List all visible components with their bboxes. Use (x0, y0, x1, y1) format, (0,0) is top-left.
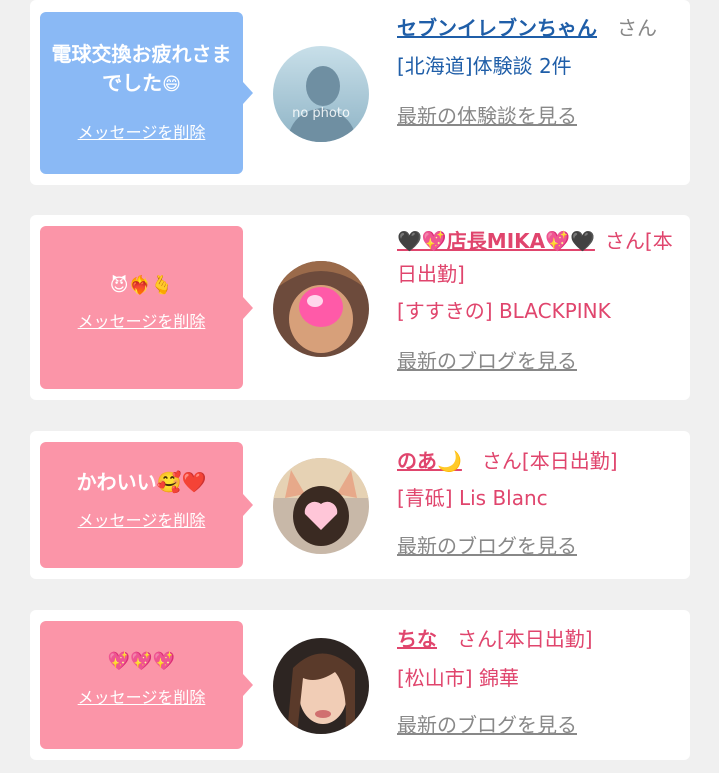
message-text: 電球交換お疲れさまでした😄 (51, 42, 232, 95)
profile-photo-icon (273, 261, 369, 357)
smile-emoji-icon: 😄 (162, 74, 181, 95)
avatar[interactable] (273, 261, 369, 357)
view-latest-link[interactable]: 最新のブログを見る (397, 349, 577, 373)
honorific: さん[本日出勤] (481, 449, 618, 473)
avatar[interactable] (273, 458, 369, 554)
profile-info: ちな さん[本日出勤] [松山市] 錦華 最新のブログを見る (397, 623, 687, 742)
avatar[interactable] (273, 638, 369, 734)
no-photo-label: no photo (292, 106, 350, 121)
delete-message-link[interactable]: メッセージを削除 (78, 308, 206, 332)
message-card: かわいい🥰❤️ メッセージを削除 のあ🌙 さん[本日出勤] [青砥] Lis Bl… (30, 431, 690, 579)
honorific: さん (617, 16, 657, 40)
profile-name-link[interactable]: ちな (397, 627, 437, 651)
avatar[interactable]: no photo (273, 46, 369, 142)
message-card: 💖💖💖 メッセージを削除 ちな さん[本日出勤] [松山市] 錦華 最新のブログを… (30, 610, 690, 760)
profile-name-link[interactable]: 🖤💖店長MIKA💖🖤 (397, 229, 595, 253)
message-text: 💖💖💖 (107, 651, 176, 672)
profile-info: セブンイレブンちゃん さん [北海道]体験談 2件 最新の体験談を見る (397, 12, 687, 133)
profile-name-link[interactable]: セブンイレブンちゃん (397, 16, 597, 40)
honorific: さん[本日出勤] (457, 627, 593, 651)
profile-info: 🖤💖店長MIKA💖🖤 さん[本日出勤] [すすきの] BLACKPINK 最新のブ… (397, 225, 687, 378)
message-bubble: 😈❤️‍🔥🫰 メッセージを削除 (40, 226, 253, 389)
profile-location: [北海道]体験談 2件 (397, 54, 572, 78)
profile-photo-icon (273, 638, 369, 734)
view-latest-link[interactable]: 最新の体験談を見る (397, 104, 577, 128)
message-text: 😈❤️‍🔥🫰 (109, 275, 174, 296)
message-bubble: 電球交換お疲れさまでした😄 メッセージを削除 (40, 12, 253, 174)
view-latest-link[interactable]: 最新のブログを見る (397, 534, 577, 558)
profile-location: [松山市] 錦華 (397, 666, 519, 690)
profile-photo-icon (273, 458, 369, 554)
message-bubble: かわいい🥰❤️ メッセージを削除 (40, 442, 253, 568)
delete-message-link[interactable]: メッセージを削除 (78, 119, 206, 143)
no-photo-avatar-icon (273, 46, 369, 142)
view-latest-link[interactable]: 最新のブログを見る (397, 713, 577, 737)
message-card: 電球交換お疲れさまでした😄 メッセージを削除 no photo セブンイレブンち… (30, 0, 690, 185)
profile-location: [青砥] Lis Blanc (397, 486, 548, 510)
delete-message-link[interactable]: メッセージを削除 (78, 507, 206, 531)
profile-name-link[interactable]: のあ🌙 (397, 449, 462, 473)
profile-location: [すすきの] BLACKPINK (397, 299, 611, 323)
message-bubble: 💖💖💖 メッセージを削除 (40, 621, 253, 749)
message-text: かわいい🥰❤️ (76, 470, 207, 494)
profile-info: のあ🌙 さん[本日出勤] [青砥] Lis Blanc 最新のブログを見る (397, 445, 687, 563)
delete-message-link[interactable]: メッセージを削除 (78, 684, 206, 708)
message-card: 😈❤️‍🔥🫰 メッセージを削除 🖤💖店長MIKA💖🖤 さん[本日出勤] [すすきの… (30, 215, 690, 400)
